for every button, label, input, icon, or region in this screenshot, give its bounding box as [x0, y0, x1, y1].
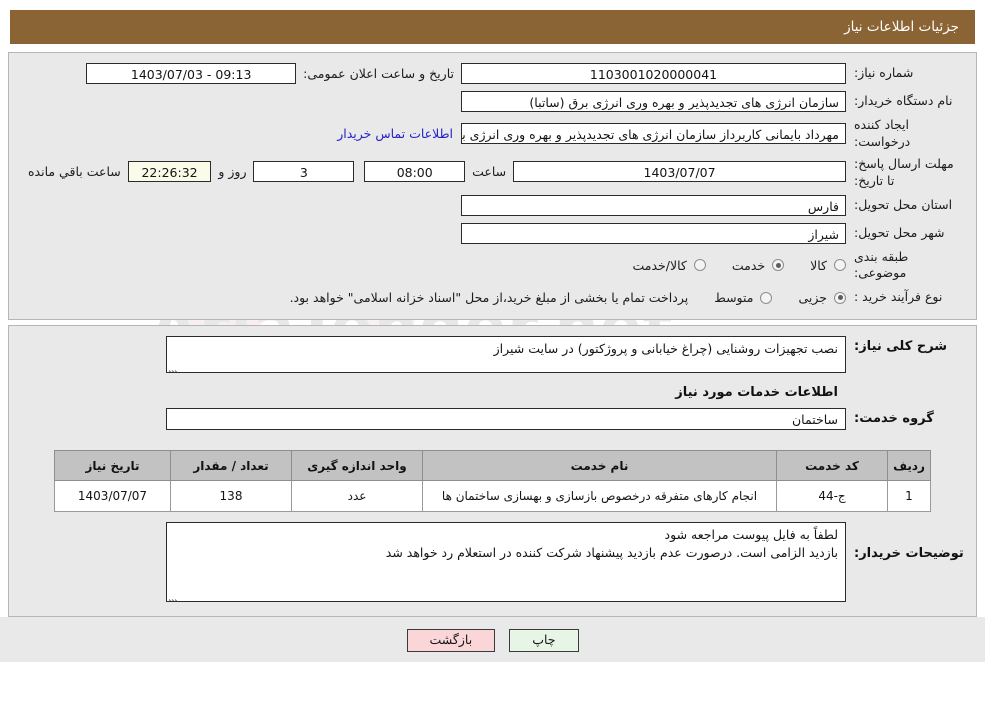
row-category: طبقه بندی موضوعی: کالا خدمت کالا/خدمت [21, 249, 964, 283]
cell-service-name: انجام کارهای متفرقه درخصوص بازسازی و بهس… [422, 480, 777, 513]
back-button[interactable]: بازگشت [406, 629, 496, 653]
resize-grip-icon[interactable] [168, 361, 179, 373]
radio-icon-service[interactable] [772, 259, 785, 272]
process-option-minor-label: جزیی [798, 290, 827, 306]
category-radio-group: کالا خدمت کالا/خدمت [606, 258, 846, 273]
category-option-goods[interactable]: کالا [810, 258, 846, 273]
need-info-panel: شماره نیاز: 1103001020000041 تاریخ و ساع… [8, 52, 977, 321]
category-option-service[interactable]: خدمت [731, 257, 785, 273]
field-deadline-hour[interactable]: 08:00 [364, 161, 466, 183]
cell-quantity: 138 [170, 480, 292, 513]
cell-need-date: 1403/07/07 [54, 480, 171, 513]
th-unit: واحد اندازه گیری [291, 450, 423, 482]
cell-row-number: 1 [887, 480, 931, 513]
resize-grip-icon-notes[interactable] [168, 590, 179, 602]
cell-unit: عدد [291, 480, 423, 513]
items-table-wrap: ردیف کد خدمت نام خدمت واحد اندازه گیری ت… [9, 444, 976, 522]
category-option-goods-service[interactable]: کالا/خدمت [632, 257, 706, 273]
field-creator[interactable]: مهرداد بایمانی کاربرداز سازمان انرژی های… [461, 123, 846, 145]
label-process-type: نوع فرآیند خرید : [854, 289, 943, 305]
page-title: جزئیات اطلاعات نیاز [844, 19, 959, 35]
label-deadline: مهلت ارسال پاسخ: تا تاریخ: [854, 155, 954, 188]
category-option-goods-service-label: کالا/خدمت [632, 257, 687, 273]
th-service-code: کد خدمت [776, 450, 888, 482]
page-title-bar: جزئیات اطلاعات نیاز [10, 10, 975, 44]
label-category: طبقه بندی موضوعی: [854, 248, 909, 281]
label-buyer-org: نام دستگاه خریدار: [854, 93, 953, 109]
field-remaining-time: 22:26:32 [127, 161, 212, 183]
buyer-contact-link[interactable]: اطلاعات تماس خریدار [329, 126, 461, 141]
label-city: شهر محل تحویل: [854, 224, 945, 240]
action-button-bar: چاپ بازگشت [0, 617, 985, 663]
row-deadline: مهلت ارسال پاسخ: تا تاریخ: 1403/07/07 سا… [21, 154, 964, 190]
row-process-type: نوع فرآیند خرید : جزیی متوسط پرداخت تمام… [21, 285, 964, 310]
field-buyer-org[interactable]: سازمان انرژی های تجدیدپذیر و بهره وری ان… [461, 91, 846, 112]
buyer-notes-line-2: بازدید الزامی است. درصورت عدم بازدید پیش… [385, 545, 838, 561]
category-option-service-label: خدمت [731, 257, 766, 273]
radio-icon-minor[interactable] [834, 291, 846, 304]
cell-service-code: ج-44 [776, 480, 888, 513]
process-option-minor[interactable]: جزیی [798, 290, 846, 305]
table-row: 1 ج-44 انجام کارهای متفرقه درخصوص بازساز… [54, 480, 931, 513]
row-service-group: گروه خدمت: ساختمان [21, 408, 964, 431]
row-need-number: شماره نیاز: 1103001020000041 تاریخ و ساع… [21, 61, 964, 86]
section-title-services: اطلاعات خدمات مورد نیاز [675, 385, 838, 401]
print-button[interactable]: چاپ [509, 629, 579, 653]
label-service-group: گروه خدمت: [854, 411, 934, 427]
label-days: روز و [218, 164, 247, 180]
row-buyer-org: نام دستگاه خریدار: سازمان انرژی های تجدی… [21, 89, 964, 114]
radio-icon-goods-service[interactable] [693, 259, 706, 272]
label-remaining: ساعت باقي مانده [27, 164, 121, 180]
table-header-row: ردیف کد خدمت نام خدمت واحد اندازه گیری ت… [54, 450, 931, 482]
label-announce-datetime: تاریخ و ساعت اعلان عمومی: [303, 66, 454, 81]
row-creator: ایجاد کننده درخواست: مهرداد بایمانی کارب… [21, 117, 964, 151]
label-buyer-notes: توضیحات خریدار: [854, 546, 964, 562]
buyer-notes-line-1: لطفاً به فایل پیوست مراجعه شود [664, 527, 838, 543]
field-service-group[interactable]: ساختمان [166, 408, 846, 431]
field-announce-datetime[interactable]: 1403/07/03 - 09:13 [86, 63, 297, 84]
row-general-description: شرح کلی نیاز: نصب تجهیزات روشنایی (چراغ … [21, 336, 964, 374]
page-root: جزئیات اطلاعات نیاز شماره نیاز: 11030010… [0, 10, 985, 663]
process-type-radio-group: جزیی متوسط [688, 290, 846, 305]
process-type-note: پرداخت تمام یا بخشی از مبلغ خرید،از محل … [289, 290, 689, 306]
label-deadline-hour: ساعت [472, 164, 507, 180]
process-option-medium-label: متوسط [714, 290, 754, 306]
items-table: ردیف کد خدمت نام خدمت واحد اندازه گیری ت… [54, 450, 931, 513]
label-creator: ایجاد کننده درخواست: [854, 117, 911, 149]
row-city: شهر محل تحویل: شیراز [21, 221, 964, 246]
process-option-medium[interactable]: متوسط [714, 290, 773, 306]
field-city[interactable]: شیراز [461, 222, 846, 244]
field-remaining-days[interactable]: 3 [253, 161, 355, 183]
field-province[interactable]: فارس [461, 194, 846, 216]
label-general-description: شرح کلی نیاز: [854, 339, 948, 355]
category-option-goods-label: کالا [810, 257, 827, 273]
buyer-notes-section: توضیحات خریدار: لطفاً به فایل پیوست مراج… [9, 522, 976, 616]
service-detail-panel: شرح کلی نیاز: نصب تجهیزات روشنایی (چراغ … [8, 325, 977, 618]
th-quantity: تعداد / مقدار [170, 450, 292, 482]
general-description-text: نصب تجهیزات روشنایی (چراغ خیابانی و پروژ… [493, 341, 838, 357]
th-row-number: ردیف [887, 450, 931, 482]
field-buyer-notes[interactable]: لطفاً به فایل پیوست مراجعه شود بازدید ال… [166, 522, 846, 603]
field-deadline-date[interactable]: 1403/07/07 [513, 161, 846, 183]
th-service-name: نام خدمت [422, 450, 777, 482]
th-need-date: تاریخ نیاز [54, 450, 171, 482]
row-buyer-notes: توضیحات خریدار: لطفاً به فایل پیوست مراج… [21, 522, 964, 603]
label-province: استان محل تحویل: [854, 196, 953, 212]
radio-icon-medium[interactable] [760, 291, 773, 304]
row-province: استان محل تحویل: فارس [21, 193, 964, 218]
field-need-number[interactable]: 1103001020000041 [461, 63, 846, 84]
radio-icon-goods[interactable] [834, 259, 846, 272]
field-general-description[interactable]: نصب تجهیزات روشنایی (چراغ خیابانی و پروژ… [166, 336, 846, 374]
label-need-number: شماره نیاز: [854, 65, 914, 81]
